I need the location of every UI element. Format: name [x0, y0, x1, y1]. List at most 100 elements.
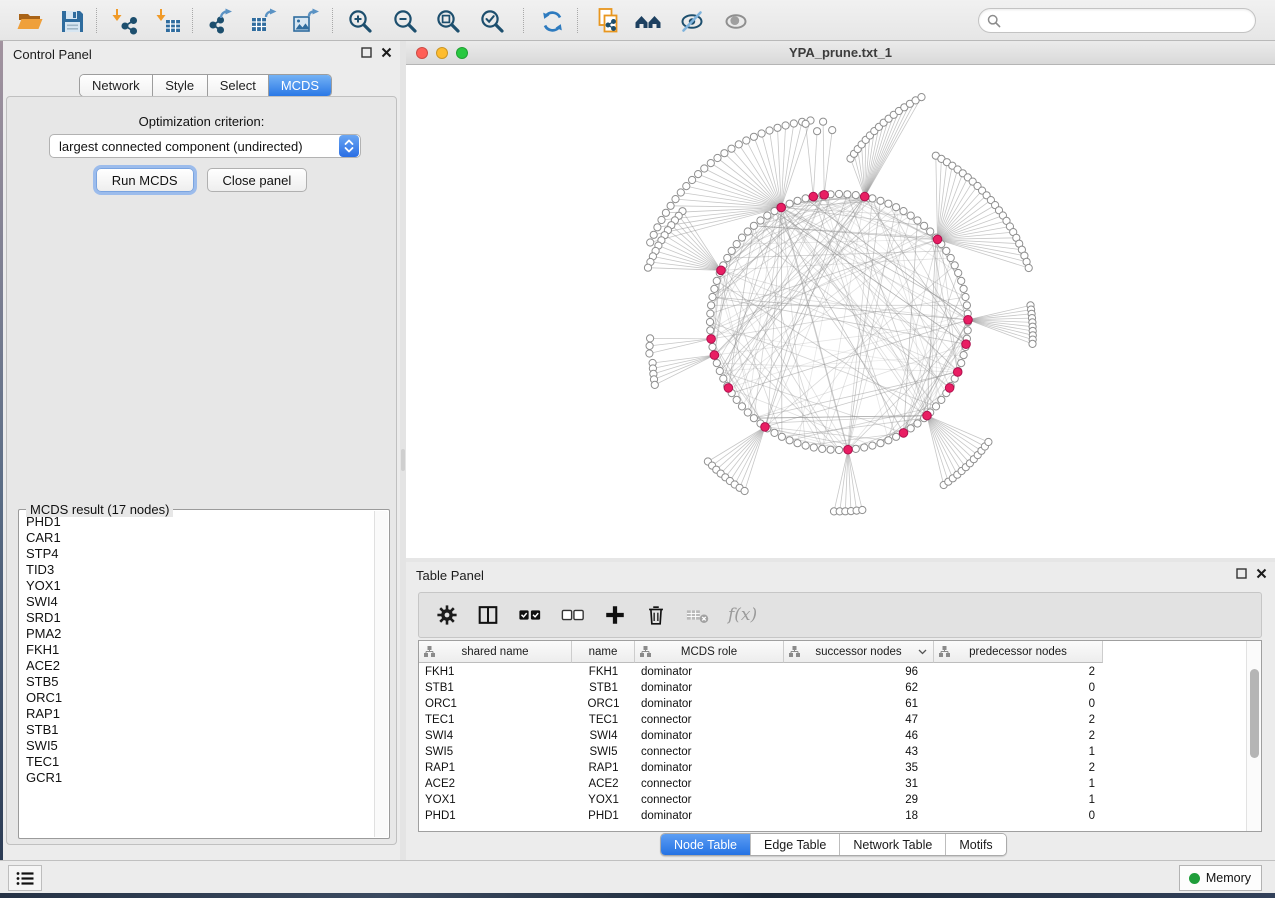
- result-node[interactable]: RAP1: [21, 706, 373, 722]
- table-row[interactable]: PHD1PHD1dominator180: [419, 808, 1246, 824]
- zoom-fit-button[interactable]: [430, 7, 466, 35]
- zoom-in-button[interactable]: [342, 7, 378, 35]
- table-row[interactable]: ORC1ORC1dominator610: [419, 696, 1246, 712]
- tab-network-table[interactable]: Network Table: [840, 834, 946, 855]
- result-node[interactable]: STP4: [21, 546, 373, 562]
- table-cell: dominator: [635, 664, 784, 680]
- table-cell: RAP1: [572, 760, 635, 776]
- result-node[interactable]: SWI4: [21, 594, 373, 610]
- export-table-button[interactable]: [246, 7, 282, 35]
- settings-gear-icon[interactable]: [435, 603, 459, 627]
- hide-selected-button[interactable]: [674, 7, 710, 35]
- table-cell: dominator: [635, 728, 784, 744]
- search-field[interactable]: [978, 8, 1256, 33]
- save-session-button[interactable]: [54, 7, 90, 35]
- table-cell: ORC1: [419, 696, 572, 712]
- column-header-shared-name[interactable]: shared name: [419, 641, 572, 663]
- result-node[interactable]: SRD1: [21, 610, 373, 626]
- export-table-icon: [250, 8, 278, 35]
- result-node[interactable]: STB1: [21, 722, 373, 738]
- first-neighbors-button[interactable]: [630, 7, 666, 35]
- table-row[interactable]: TEC1TEC1connector472: [419, 712, 1246, 728]
- select-all-icon[interactable]: [517, 603, 543, 627]
- result-node[interactable]: PMA2: [21, 626, 373, 642]
- splitter-handle[interactable]: [401, 449, 405, 471]
- tab-node-table[interactable]: Node Table: [661, 834, 751, 855]
- search-input[interactable]: [1001, 14, 1255, 28]
- result-node[interactable]: TID3: [21, 562, 373, 578]
- column-panel-icon[interactable]: [476, 603, 500, 627]
- network-window-titlebar[interactable]: YPA_prune.txt_1: [406, 41, 1275, 65]
- result-list-scrollbar[interactable]: [374, 511, 388, 837]
- export-network-button[interactable]: [202, 7, 238, 35]
- result-node[interactable]: ORC1: [21, 690, 373, 706]
- table-row[interactable]: RAP1RAP1dominator352: [419, 760, 1246, 776]
- zoom-out-button[interactable]: [387, 7, 423, 35]
- result-node[interactable]: FKH1: [21, 642, 373, 658]
- result-node[interactable]: ACE2: [21, 658, 373, 674]
- tab-network[interactable]: Network: [80, 75, 153, 96]
- tab-select[interactable]: Select: [208, 75, 269, 96]
- result-node[interactable]: CAR1: [21, 530, 373, 546]
- run-mcds-button[interactable]: Run MCDS: [96, 168, 194, 192]
- result-node[interactable]: YOX1: [21, 578, 373, 594]
- trash-icon[interactable]: [644, 603, 668, 627]
- network-canvas[interactable]: [406, 65, 1275, 558]
- table-row[interactable]: ACE2ACE2connector311: [419, 776, 1246, 792]
- close-panel-icon[interactable]: [1256, 568, 1267, 579]
- table-cell: TEC1: [572, 712, 635, 728]
- column-header-predecessor-nodes[interactable]: predecessor nodes: [934, 641, 1103, 663]
- open-file-button[interactable]: [12, 7, 48, 35]
- memory-button[interactable]: Memory: [1179, 865, 1262, 891]
- scrollbar-thumb[interactable]: [1250, 669, 1259, 758]
- zoom-selected-icon: [479, 8, 506, 35]
- float-panel-icon[interactable]: [361, 47, 372, 58]
- tab-motifs[interactable]: Motifs: [946, 834, 1005, 855]
- result-node[interactable]: TEC1: [21, 754, 373, 770]
- import-network-icon: [111, 8, 138, 35]
- table-row[interactable]: YOX1YOX1connector291: [419, 792, 1246, 808]
- close-panel-icon[interactable]: [381, 47, 392, 58]
- table-scrollbar[interactable]: [1246, 641, 1261, 831]
- mcds-result-list[interactable]: PHD1CAR1STP4TID3YOX1SWI4SRD1PMA2FKH1ACE2…: [21, 514, 373, 836]
- table-cell: SWI4: [419, 728, 572, 744]
- float-panel-icon[interactable]: [1236, 568, 1247, 579]
- table-row[interactable]: SWI4SWI4dominator462: [419, 728, 1246, 744]
- criterion-select[interactable]: largest connected component (undirected): [49, 134, 361, 158]
- memory-status-icon: [1189, 873, 1200, 884]
- column-header-name[interactable]: name: [572, 641, 635, 663]
- table-cell: YOX1: [572, 792, 635, 808]
- export-image-button[interactable]: [288, 7, 324, 35]
- network-graph[interactable]: [406, 65, 1275, 558]
- clone-network-button[interactable]: [590, 7, 626, 35]
- import-network-button[interactable]: [106, 7, 142, 35]
- close-panel-button[interactable]: Close panel: [207, 168, 308, 192]
- table-cell: SWI5: [419, 744, 572, 760]
- zoom-selected-button[interactable]: [474, 7, 510, 35]
- status-bar: Memory: [0, 860, 1275, 893]
- table-row[interactable]: SWI5SWI5connector431: [419, 744, 1246, 760]
- result-node[interactable]: SWI5: [21, 738, 373, 754]
- column-header-successor-nodes[interactable]: successor nodes: [784, 641, 934, 663]
- import-table-button[interactable]: [150, 7, 186, 35]
- table-cell: connector: [635, 792, 784, 808]
- show-all-button[interactable]: [718, 7, 754, 35]
- add-icon[interactable]: [603, 603, 627, 627]
- destroy-table-icon[interactable]: [685, 603, 711, 627]
- column-header-mcds-role[interactable]: MCDS role: [635, 641, 784, 663]
- tab-style[interactable]: Style: [153, 75, 208, 96]
- result-node[interactable]: STB5: [21, 674, 373, 690]
- result-node[interactable]: GCR1: [21, 770, 373, 786]
- table-cell: PHD1: [419, 808, 572, 824]
- tab-mcds[interactable]: MCDS: [269, 75, 331, 96]
- deselect-all-icon[interactable]: [560, 603, 586, 627]
- function-builder-icon[interactable]: f(x): [728, 605, 757, 625]
- table-cell: 1: [934, 792, 1103, 808]
- apply-layout-button[interactable]: [534, 7, 570, 35]
- table-row[interactable]: STB1STB1dominator620: [419, 680, 1246, 696]
- task-history-button[interactable]: [8, 865, 42, 891]
- table-row[interactable]: FKH1FKH1dominator962: [419, 664, 1246, 680]
- result-node[interactable]: PHD1: [21, 514, 373, 530]
- node-table[interactable]: shared namenameMCDS rolesuccessor nodesp…: [418, 640, 1262, 832]
- tab-edge-table[interactable]: Edge Table: [751, 834, 840, 855]
